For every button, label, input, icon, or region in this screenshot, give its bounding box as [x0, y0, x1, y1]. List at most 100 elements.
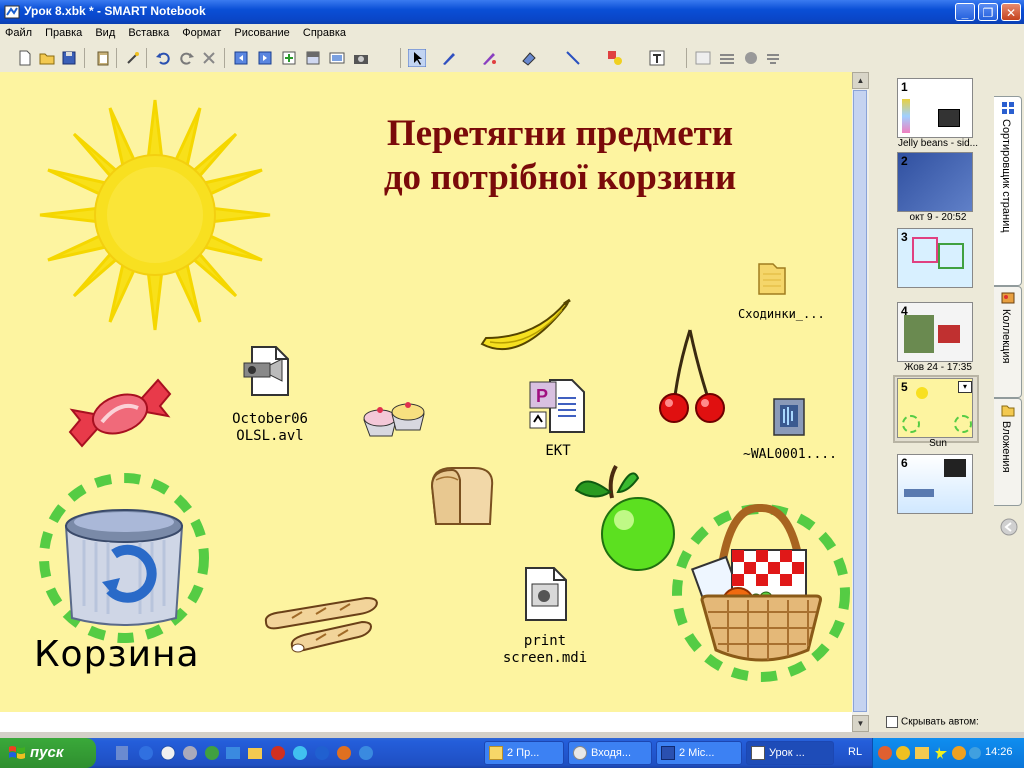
cherries-image[interactable] — [658, 328, 728, 424]
language-indicator[interactable]: RL — [848, 746, 862, 758]
paste-icon[interactable] — [94, 49, 112, 67]
gallery-icon — [1001, 292, 1015, 304]
presentation-file-label: EKT — [545, 443, 571, 459]
attachments-folder-icon — [1001, 405, 1015, 417]
task-mail[interactable]: Входя... — [568, 741, 652, 765]
task-folder[interactable]: 2 Пр... — [484, 741, 564, 765]
next-page-icon[interactable] — [256, 49, 274, 67]
folder-label: Сходинки_... — [738, 307, 825, 321]
screen-shade-icon[interactable] — [304, 49, 322, 67]
redo-icon[interactable] — [178, 49, 196, 67]
layers-icon[interactable] — [718, 49, 736, 67]
undo-icon[interactable] — [154, 49, 172, 67]
line-icon[interactable] — [564, 49, 582, 67]
menu-view[interactable]: Вид — [90, 24, 120, 42]
menu-insert[interactable]: Вставка — [123, 24, 174, 42]
close-button[interactable]: ✕ — [1001, 3, 1021, 21]
tab-gallery[interactable]: Коллекция — [994, 286, 1022, 398]
tab-page-sorter[interactable]: Сортировщик страниц — [994, 96, 1022, 286]
page-number: 5 — [901, 380, 908, 394]
page-menu-dropdown[interactable]: ▾ — [958, 381, 972, 393]
apple-image[interactable] — [572, 462, 678, 572]
thumb-decor — [902, 99, 910, 133]
tab-page-sorter-label: Сортировщик страниц — [1000, 119, 1012, 233]
minimize-button[interactable]: _ — [955, 3, 975, 21]
sun-image[interactable] — [39, 99, 271, 331]
new-page-icon[interactable] — [16, 49, 34, 67]
baguettes-image[interactable] — [262, 596, 382, 656]
text-icon[interactable] — [648, 49, 666, 67]
pen-icon[interactable] — [440, 49, 458, 67]
video-file-icon[interactable] — [242, 345, 294, 397]
document-file-icon[interactable] — [522, 566, 568, 622]
thumb-decor — [902, 415, 920, 433]
menu-edit[interactable]: Правка — [40, 24, 87, 42]
page-thumbnail-5[interactable]: 5 ▾ — [897, 378, 973, 438]
page-caption-2: окт 9 - 20:52 — [909, 212, 967, 223]
auto-hide-checkbox[interactable]: Скрывать автом: — [886, 716, 979, 728]
thumb-decor — [904, 315, 934, 353]
media-file-icon[interactable] — [770, 395, 810, 439]
add-page-icon[interactable] — [280, 49, 298, 67]
page-thumbnail-1[interactable]: 1 — [897, 78, 973, 138]
picnic-basket-target[interactable] — [668, 500, 854, 686]
recycle-bin-target[interactable] — [36, 470, 212, 646]
candy-image[interactable] — [68, 378, 172, 448]
tab-attachments[interactable]: Вложения — [994, 398, 1022, 506]
checkbox-box[interactable] — [886, 716, 898, 728]
menu-bar: Файл Правка Вид Вставка Формат Рисование… — [0, 24, 1024, 44]
select-arrow-icon[interactable] — [408, 49, 426, 67]
slide-title[interactable]: Перетягни предмети до потрібної корзини — [330, 112, 790, 200]
canvas-scrollbar[interactable]: ▲ ▼ — [852, 72, 869, 732]
taskbar: пуск 2 Пр... Входя... 2 Mic... Урок ... — [0, 738, 1024, 768]
title-bar: Урок 8.xbk * - SMART Notebook _ ❐ ✕ — [0, 0, 1024, 24]
notebook-task-icon — [751, 746, 765, 760]
delete-icon[interactable] — [200, 49, 218, 67]
scroll-down-button[interactable]: ▼ — [852, 715, 869, 732]
magic-wand-icon[interactable] — [124, 49, 142, 67]
page-thumbnail-4[interactable]: 4 — [897, 302, 973, 362]
menu-file[interactable]: Файл — [0, 24, 37, 42]
clock: 14:26 — [985, 746, 1013, 758]
page-thumbnail-6[interactable]: 6 — [897, 454, 973, 514]
fill-icon[interactable] — [742, 49, 760, 67]
properties-icon[interactable] — [694, 49, 712, 67]
scroll-thumb[interactable] — [853, 90, 867, 712]
menu-format[interactable]: Формат — [177, 24, 226, 42]
start-button[interactable]: пуск — [0, 738, 96, 768]
menu-help[interactable]: Справка — [298, 24, 351, 42]
full-screen-icon[interactable] — [328, 49, 346, 67]
tab-attachments-label: Вложения — [1000, 421, 1012, 473]
creative-pen-icon[interactable] — [480, 49, 498, 67]
shapes-icon[interactable] — [606, 49, 624, 67]
presentation-file-icon[interactable]: P — [528, 378, 586, 436]
page-thumbnail-3[interactable]: 3 — [897, 228, 973, 288]
word-task-icon — [661, 746, 675, 760]
maximize-button[interactable]: ❐ — [978, 3, 998, 21]
more-tools-icon[interactable] — [764, 49, 782, 67]
bread-image[interactable] — [428, 466, 496, 528]
video-file-name-line1: October06 — [232, 411, 308, 427]
task-word[interactable]: 2 Mic... — [656, 741, 742, 765]
tray-icons — [878, 746, 981, 760]
open-folder-icon[interactable] — [38, 49, 56, 67]
page-number: 6 — [901, 456, 908, 470]
page-thumbnail-2[interactable]: 2 — [897, 152, 973, 212]
previous-page-icon[interactable] — [232, 49, 250, 67]
save-icon[interactable] — [60, 49, 78, 67]
document-file-label: print screen.mdi — [496, 633, 594, 667]
banana-image[interactable] — [480, 298, 572, 358]
menu-draw[interactable]: Рисование — [229, 24, 294, 42]
cupcakes-image[interactable] — [360, 400, 426, 440]
page-caption-5: Sun — [929, 438, 947, 449]
eraser-icon[interactable] — [520, 49, 538, 67]
camera-icon[interactable] — [352, 49, 370, 67]
thumb-decor — [916, 387, 928, 399]
quick-launch — [114, 745, 414, 764]
collapse-arrow-icon[interactable] — [1000, 518, 1018, 536]
task-label: 2 Mic... — [679, 747, 715, 759]
scroll-up-button[interactable]: ▲ — [852, 72, 869, 89]
page-caption-1: Jelly beans - sid... — [897, 138, 979, 149]
task-smart-notebook[interactable]: Урок ... — [746, 741, 834, 765]
folder-icon[interactable] — [755, 260, 787, 296]
